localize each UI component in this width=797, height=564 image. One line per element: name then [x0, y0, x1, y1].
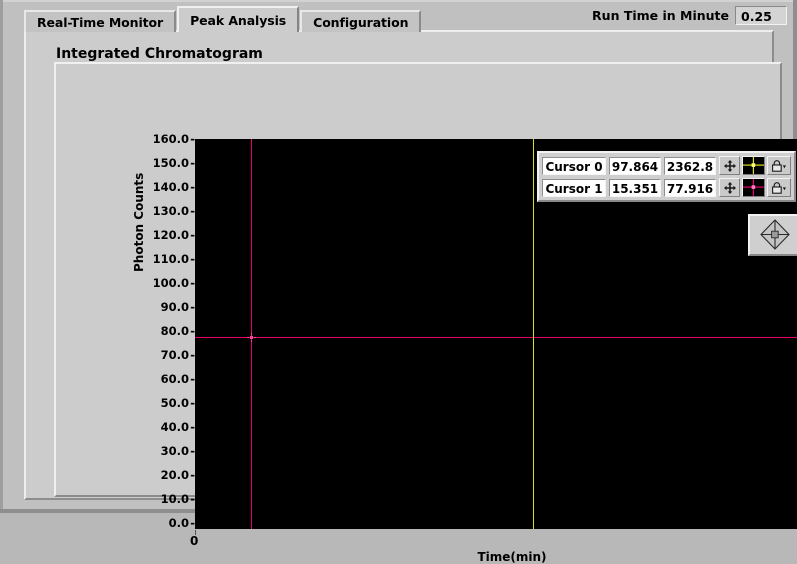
move-cross-icon [723, 181, 736, 194]
y-tick: 100.0- [152, 276, 195, 290]
tab-peak-analysis[interactable]: Peak Analysis [177, 6, 300, 32]
lock-icon [772, 159, 786, 172]
cursor-legend-row: Cursor 0 97.864 2362.8 [542, 156, 791, 175]
lock-icon [772, 181, 786, 194]
y-tick: 110.0- [152, 252, 195, 266]
y-tick: 90.0- [160, 300, 195, 314]
y-axis-title: Photon Counts [132, 172, 146, 272]
cursor-0-move-button[interactable] [719, 156, 740, 175]
x-axis-title: Time(min) [477, 550, 547, 564]
cursor-0-lock-button[interactable] [767, 156, 791, 175]
cursor-1-horizontal-line [195, 337, 797, 338]
cursor-0-x-value[interactable]: 97.864 [609, 156, 661, 175]
chromatogram-graph: 160.0- 150.0- 140.0- 130.0- 120.0- 110.0… [54, 62, 797, 564]
x-tick-label: 0 [190, 534, 199, 548]
cursor-style-icon [743, 157, 764, 174]
cursor-0-style-swatch[interactable] [742, 156, 765, 175]
cursor-1-lock-button[interactable] [767, 178, 791, 197]
cursor-style-icon [743, 179, 764, 196]
application-window: Real-Time Monitor Peak Analysis Configur… [0, 0, 797, 564]
cursor-1-y-value[interactable]: 77.916 [664, 178, 716, 197]
y-tick: 130.0- [152, 204, 195, 218]
y-tick: 80.0- [160, 324, 195, 338]
y-tick: 10.0- [160, 492, 195, 506]
cursor-1-name[interactable]: Cursor 1 [542, 178, 606, 197]
cursor-1-style-swatch[interactable] [742, 178, 765, 197]
y-tick: 140.0- [152, 180, 195, 194]
run-time-label: Run Time in Minute [592, 8, 729, 23]
y-tick: 120.0- [152, 228, 195, 242]
graph-title: Integrated Chromatogram [56, 46, 263, 62]
y-tick: 0.0- [168, 516, 195, 530]
cursor-0-y-value[interactable]: 2362.8 [664, 156, 716, 175]
cursor-1-x-value[interactable]: 15.351 [609, 178, 661, 197]
y-tick: 60.0- [160, 372, 195, 386]
y-axis-ticks: 160.0- 150.0- 140.0- 130.0- 120.0- 110.0… [142, 132, 195, 536]
tab-bar: Real-Time Monitor Peak Analysis Configur… [24, 6, 422, 32]
window-bevel-top [0, 0, 797, 2]
cursor-1-marker-icon [247, 333, 256, 342]
move-cross-icon [723, 159, 736, 172]
y-tick: 20.0- [160, 468, 195, 482]
cursor-movement-diamond-icon [759, 219, 790, 250]
y-tick: 150.0- [152, 156, 195, 170]
cursor-legend-row: Cursor 1 15.351 77.916 [542, 178, 791, 197]
cursor-legend: Cursor 0 97.864 2362.8 Cursor 1 15.351 7… [537, 151, 796, 202]
y-tick: 160.0- [152, 132, 195, 146]
y-tick: 70.0- [160, 348, 195, 362]
window-bevel-left [0, 0, 3, 513]
cursor-0-vertical-line [533, 139, 534, 529]
cursor-movement-pad[interactable] [748, 214, 797, 256]
y-tick: 50.0- [160, 396, 195, 410]
tab-configuration[interactable]: Configuration [300, 10, 422, 32]
cursor-0-name[interactable]: Cursor 0 [542, 156, 606, 175]
y-tick: 40.0- [160, 420, 195, 434]
cursor-1-move-button[interactable] [719, 178, 740, 197]
y-tick: 30.0- [160, 444, 195, 458]
run-time-input[interactable]: 0.25 [735, 6, 787, 25]
run-time-group: Run Time in Minute 0.25 [592, 6, 787, 25]
tab-real-time-monitor[interactable]: Real-Time Monitor [24, 10, 177, 32]
